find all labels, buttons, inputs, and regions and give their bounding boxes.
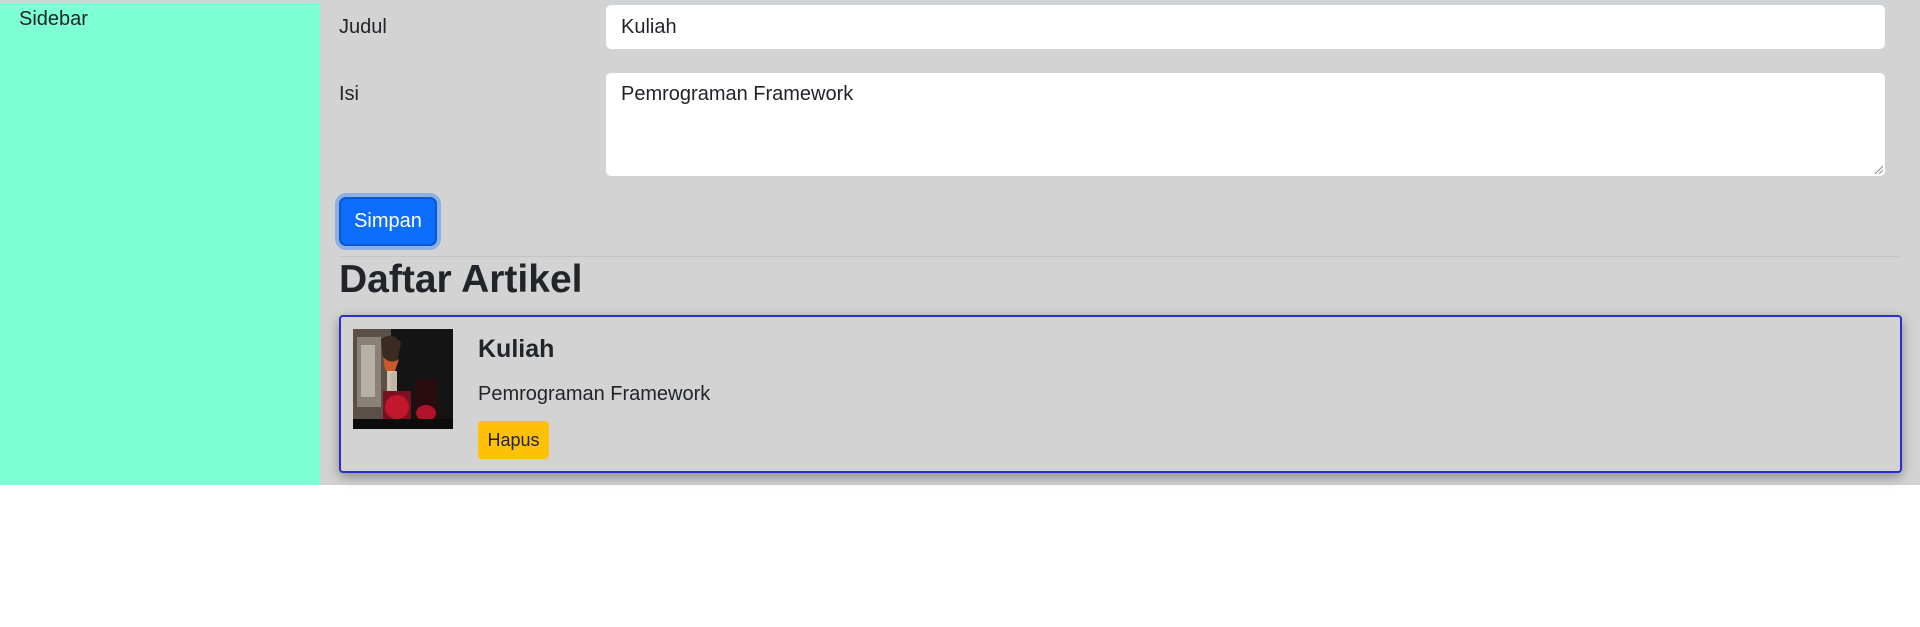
app-layout: Sidebar Judul Kuliah Isi Pemrograman Fra…	[0, 0, 1920, 485]
article-body: Pemrograman Framework	[478, 383, 711, 405]
article-list-heading: Daftar Artikel	[339, 258, 583, 301]
content-label: Isi	[339, 83, 359, 105]
photo-thumbnail-icon	[353, 329, 453, 429]
resize-grip-icon[interactable]	[1873, 164, 1883, 174]
title-label: Judul	[339, 16, 387, 38]
sidebar: Sidebar	[0, 0, 320, 485]
section-divider	[339, 256, 1899, 257]
content-textarea[interactable]: Pemrograman Framework	[605, 72, 1886, 177]
delete-button[interactable]: Hapus	[478, 421, 549, 459]
title-input[interactable]: Kuliah	[605, 4, 1886, 50]
main-content: Judul Kuliah Isi Pemrograman Framework S…	[320, 0, 1920, 485]
article-thumbnail	[353, 329, 453, 429]
content-textarea-value: Pemrograman Framework	[621, 83, 854, 105]
top-border	[0, 0, 1920, 3]
article-card: Kuliah Pemrograman Framework Hapus	[339, 315, 1902, 473]
article-title: Kuliah	[478, 335, 555, 363]
save-button[interactable]: Simpan	[339, 197, 437, 246]
sidebar-label: Sidebar	[19, 8, 88, 30]
